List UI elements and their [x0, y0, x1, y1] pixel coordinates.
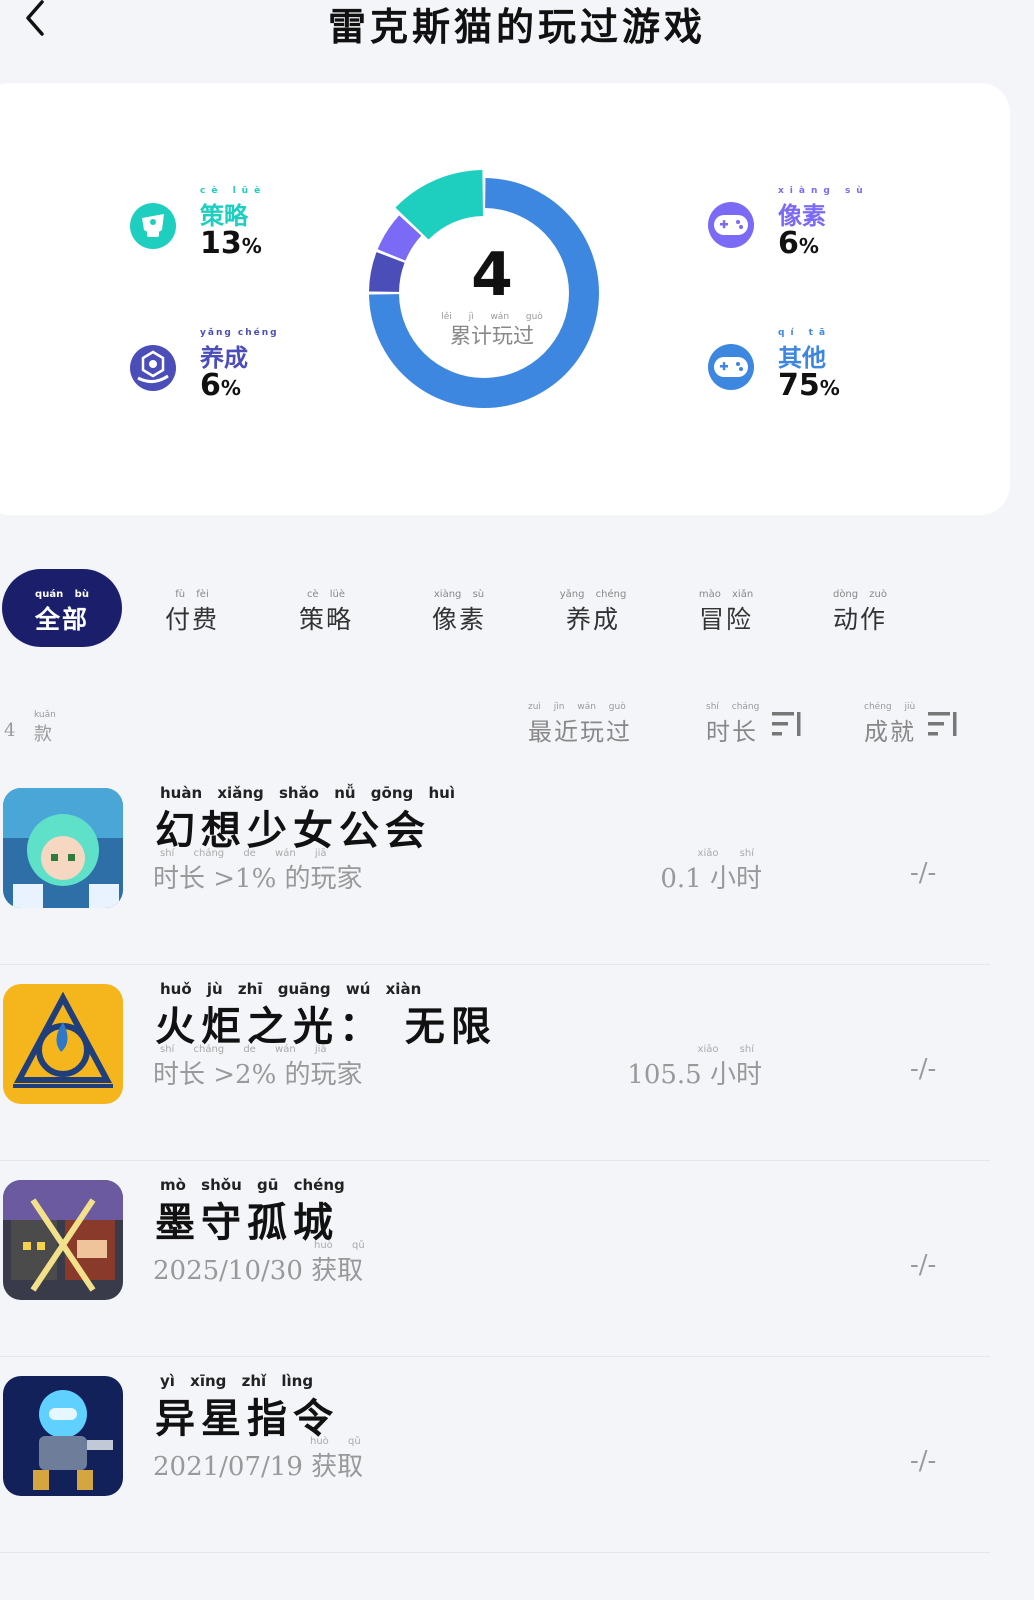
play-hours: 105.5 小时 [627, 1060, 762, 1090]
game-row[interactable]: yì xīng zhǐ lìng 异星指令 huò qǔ 2021/07/19 … [0, 1356, 990, 1553]
game-row[interactable]: mò shǒu gū chéng 墨守孤城 huò qǔ 2025/10/30 … [0, 1160, 990, 1357]
stat-percent: 6% [778, 226, 819, 261]
tab-paid[interactable]: fù fèi 付费 [132, 569, 252, 647]
achievement-progress: -/- [910, 1446, 937, 1476]
game-title: 墨守孤城 [155, 1199, 339, 1246]
stat-nurture[interactable]: yǎng chéng 养成 6% [128, 328, 308, 408]
page-title: 雷克斯猫的玩过游戏 [327, 4, 706, 49]
strategy-hat-icon [130, 203, 176, 249]
stat-percent: 75% [778, 368, 840, 403]
game-count-unit: 款 [34, 724, 52, 745]
game-meta: 2021/07/19 获取 [153, 1452, 364, 1482]
game-cover-image [3, 1180, 123, 1300]
game-cover-image [3, 984, 123, 1104]
achievement-progress: -/- [910, 1250, 937, 1280]
gamepad-icon [708, 202, 754, 248]
game-row[interactable]: huǒ jù zhī guāng wú xiàn 火炬之光： 无限 shí ch… [0, 964, 990, 1161]
tab-pixel[interactable]: xiàng sù 像素 [399, 569, 519, 647]
sort-achievement-button[interactable]: chéng jiù 成就 [864, 702, 964, 747]
stat-other[interactable]: qí tā 其他 75% [706, 328, 886, 408]
game-row[interactable]: huàn xiǎng shǎo nǚ gōng huì 幻想少女公会 shí c… [0, 768, 990, 965]
game-cover-image [3, 788, 123, 908]
game-count: 4 [4, 720, 16, 741]
tab-adventure[interactable]: mào xiǎn 冒险 [666, 569, 786, 647]
genre-tabs: quán bù 全部 fù fèi 付费 cè lüè 策略 xiàng sù … [0, 569, 1034, 660]
top-bar: 雷克斯猫的玩过游戏 [0, 0, 1034, 60]
total-label: 累计玩过 [450, 324, 534, 348]
game-cover-image [3, 1376, 123, 1496]
tab-strategy[interactable]: cè lüè 策略 [266, 569, 386, 647]
total-count: 4 [471, 240, 513, 310]
stat-pixel[interactable]: xiàng sù 像素 6% [706, 186, 886, 266]
game-meta: 时长 >2% 的玩家 [153, 1060, 363, 1090]
tab-action[interactable]: dòng zuò 动作 [800, 569, 920, 647]
stat-percent: 13% [200, 226, 262, 261]
sort-recent-button[interactable]: zuì jìn wán guò 最近玩过 [528, 702, 632, 747]
tab-all[interactable]: quán bù 全部 [2, 569, 122, 647]
achievement-progress: -/- [910, 1054, 937, 1084]
stat-percent: 6% [200, 368, 241, 403]
game-meta: 时长 >1% 的玩家 [153, 864, 363, 894]
game-meta: 2025/10/30 获取 [153, 1256, 364, 1286]
sort-icon [928, 712, 957, 736]
gamepad-icon [708, 344, 754, 390]
nurture-gem-icon [130, 345, 176, 391]
tab-nurture[interactable]: yǎng chéng 养成 [533, 569, 653, 647]
sort-icon [772, 712, 801, 736]
stat-strategy[interactable]: cè lüè 策略 13% [128, 186, 308, 266]
play-hours: 0.1 小时 [660, 864, 762, 894]
sort-duration-button[interactable]: shí cháng 时长 [706, 702, 806, 747]
achievement-progress: -/- [910, 858, 937, 888]
